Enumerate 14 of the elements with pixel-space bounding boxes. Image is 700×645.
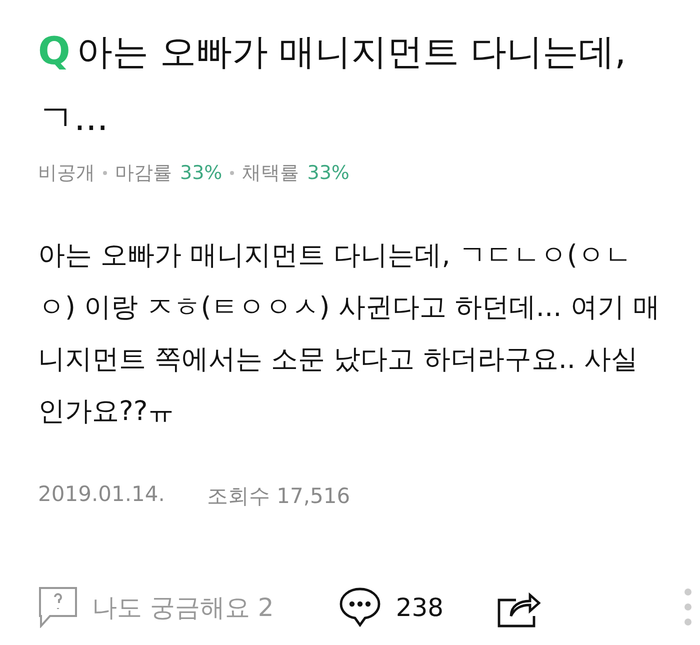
- rate-label: 채택률: [242, 161, 300, 186]
- visibility-label: 비공개: [38, 161, 95, 186]
- rate-label: 마감률: [115, 161, 172, 186]
- view-count: 조회수 17,516: [206, 483, 350, 510]
- comment-button[interactable]: 238: [338, 586, 444, 628]
- rate-value: 33%: [307, 162, 350, 184]
- rate-value: 33%: [180, 162, 222, 184]
- question-body: 아는 오빠가 매니지먼트 다니는데, ㄱㄷㄴㅇ(ㅇㄴㅇ) 이랑 ㅈㅎ(ㅌㅇㅇㅅ) 사귄다고 하던데... 여기 매니지먼트 쪽에서는 소문 났다고 하더라구요.. 사실 인가요??ㅠ: [38, 239, 661, 429]
- question-title: Q 아는 오빠가 매니지먼트 다니는데, ㄱ...: [38, 28, 628, 141]
- question-bubble-icon: [39, 587, 77, 628]
- more-icon: [684, 588, 692, 626]
- post-date: 2019.01.14.: [38, 482, 165, 508]
- share-icon: [497, 594, 540, 628]
- comment-icon: [340, 588, 380, 626]
